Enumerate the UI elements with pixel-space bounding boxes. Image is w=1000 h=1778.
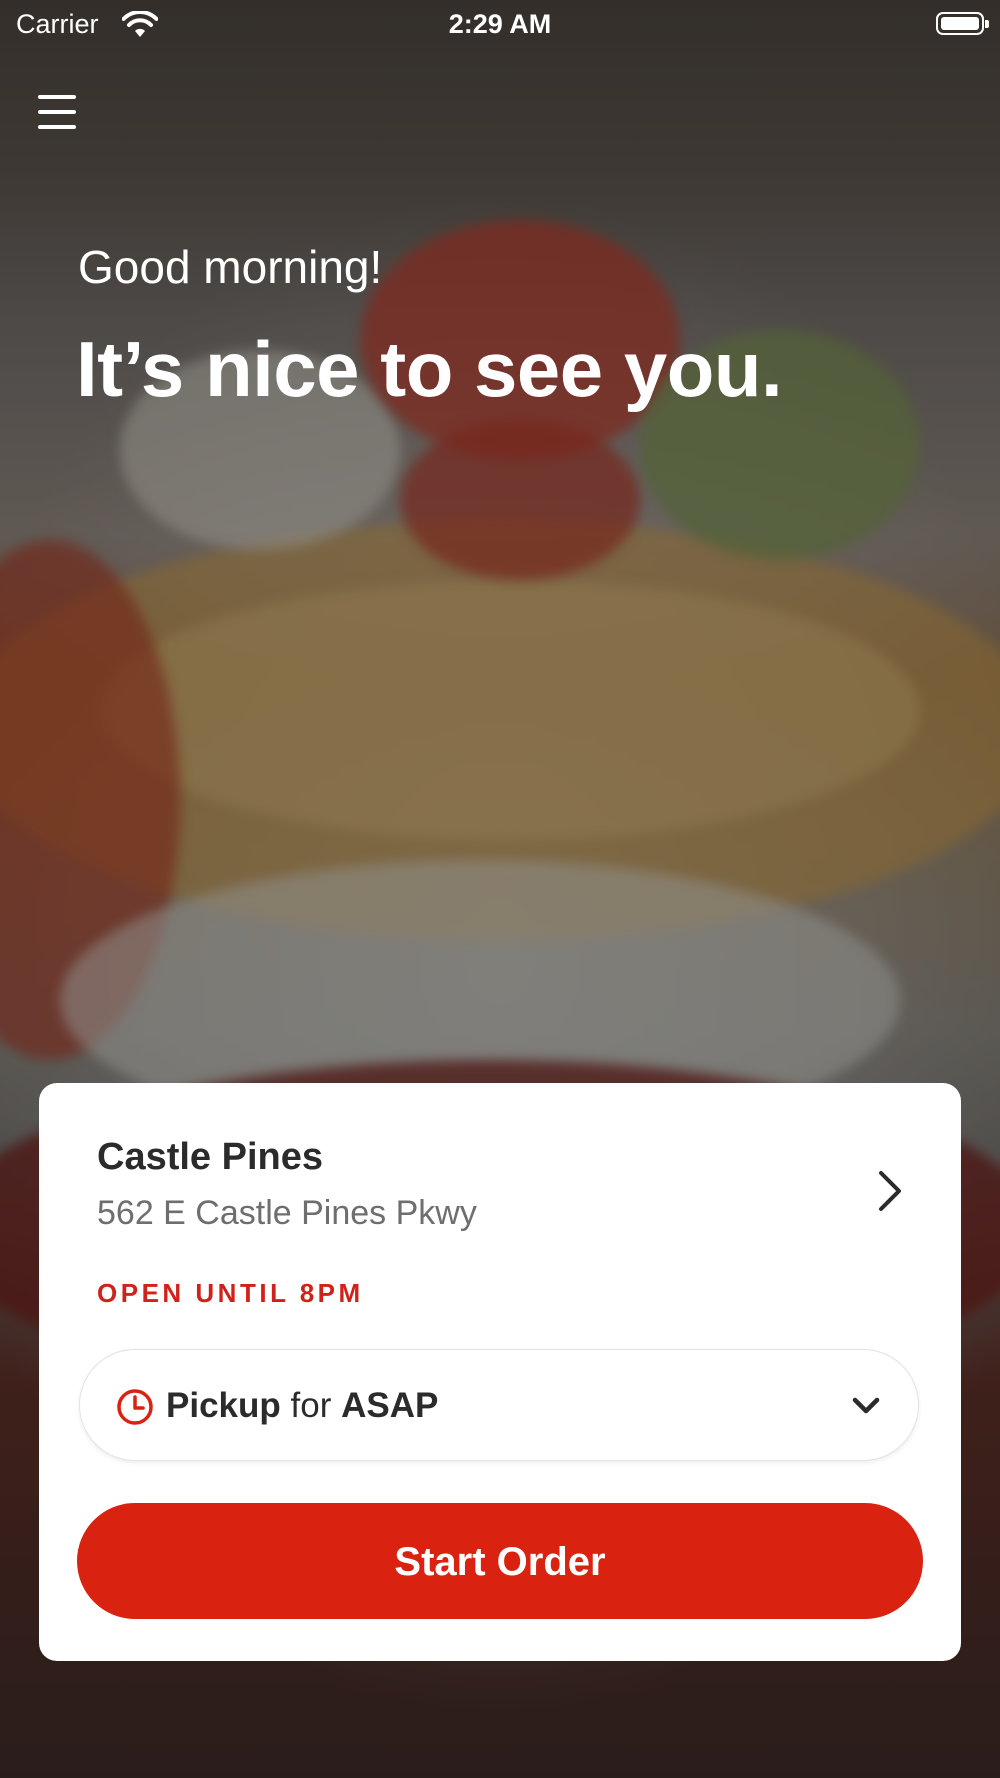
start-order-button[interactable]: Start Order <box>77 1503 923 1619</box>
pickup-time: ASAP <box>341 1386 439 1425</box>
status-time: 2:29 AM <box>448 9 552 39</box>
location-card: Castle Pines 562 E Castle Pines Pkwy OPE… <box>39 1083 961 1661</box>
location-address: 562 E Castle Pines Pkwy <box>97 1194 477 1232</box>
pickup-time-selector[interactable]: Pickup for ASAP <box>79 1349 919 1461</box>
status-bar: Carrier 2:29 AM <box>0 0 1000 50</box>
chevron-down-icon <box>852 1397 880 1414</box>
home-screen: Carrier 2:29 AM Good morning! It’s nice … <box>0 0 1000 1778</box>
battery-icon <box>936 12 989 35</box>
pickup-connector: for <box>290 1386 332 1425</box>
hamburger-menu-icon[interactable] <box>38 95 78 131</box>
clock-icon <box>117 1389 153 1425</box>
greeting-subtitle: Good morning! <box>78 241 383 293</box>
hours-status: OPEN UNTIL 8PM <box>97 1278 364 1308</box>
pickup-summary: Pickup for ASAP <box>166 1386 438 1426</box>
greeting-title: It’s nice to see you. <box>76 325 783 413</box>
location-selector[interactable]: Castle Pines 562 E Castle Pines Pkwy <box>39 1083 961 1263</box>
location-name: Castle Pines <box>97 1136 323 1178</box>
chevron-right-icon <box>879 1171 901 1211</box>
pickup-mode: Pickup <box>166 1386 281 1425</box>
